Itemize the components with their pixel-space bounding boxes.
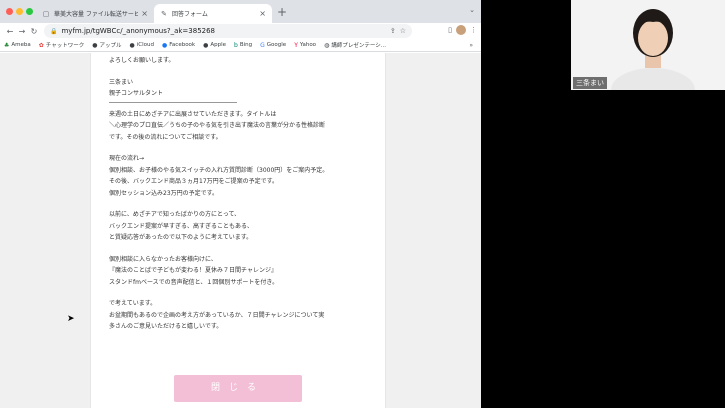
globe-icon: ◍ [324, 41, 330, 49]
google-icon: G [260, 41, 265, 49]
apple-icon: ● [203, 41, 209, 49]
star-icon[interactable]: ☆ [400, 27, 406, 35]
bookmark-icloud[interactable]: ● iCloud [130, 42, 155, 49]
tab-answer-form[interactable]: ✎ 回答フォーム × [154, 4, 272, 23]
reload-icon[interactable]: ↻ [28, 27, 40, 36]
signature-name: 三条まい [109, 78, 134, 86]
menu-icon[interactable]: ⋮ [470, 26, 477, 34]
page-content: よろしくお願いします。 三条まい 親子コンサルタント 来週の土日にめざチアに出展… [0, 53, 481, 408]
share-icon[interactable]: ⇪ [390, 27, 396, 35]
bookmark-yahoo[interactable]: Y Yahoo [294, 42, 316, 49]
body-line: その後、バックエンド商品３ヵ月17万円をご提案の予定です。 [109, 178, 279, 185]
browser-window: ▢ 華美大容量 ファイル転送サービス × ✎ 回答フォーム × + ⌄ ← → … [0, 0, 481, 408]
body-line: お盆期間もあるので企画の考え方があっているか、７日間チャレンジについて実 [109, 311, 325, 319]
bookmark-facebook[interactable]: ● Facebook [162, 42, 195, 49]
bookmark-apple[interactable]: ● Apple [203, 42, 226, 49]
form-card: よろしくお願いします。 三条まい 親子コンサルタント 来週の土日にめざチアに出展… [90, 53, 386, 408]
body-line: です。その後の流れについてご相談です。 [109, 133, 222, 141]
forward-icon[interactable]: → [16, 27, 28, 36]
divider [109, 101, 237, 103]
chevron-down-icon[interactable]: ⌄ [469, 6, 475, 14]
bookmark-presentation[interactable]: ◍ 講師プレゼンテーシ... [324, 41, 386, 50]
bookmark-chatwork[interactable]: ✿ チャットワーク [38, 41, 84, 50]
bookmark-google[interactable]: G Google [260, 42, 286, 49]
bookmarks-more-button[interactable]: » [469, 42, 473, 49]
body-line: と質疑応答があったので以下のように考えています。 [109, 234, 253, 241]
tab-file-transfer[interactable]: ▢ 華美大容量 ファイル転送サービス × [36, 4, 154, 23]
body-line: バックエンド提案が早すぎる、高すぎることもある、 [109, 222, 254, 230]
participant-name-badge: 三条まい [573, 77, 607, 89]
bing-icon: b [234, 41, 238, 49]
close-button[interactable]: 閉じる [174, 375, 302, 402]
body-line: 以前に、めざチアで知ったばかりの方にとって、 [109, 211, 241, 218]
file-icon: ▢ [42, 9, 50, 18]
window-minimize-button[interactable] [16, 8, 23, 15]
chatwork-icon: ✿ [38, 41, 44, 49]
body-line: 個別セッション込み23万円の予定です。 [109, 189, 219, 197]
signature-title: 親子コンサルタント [109, 90, 164, 97]
address-bar[interactable]: 🔒 myfm.jp/tgWBCc/_anonymous?_ak=385268 ⇪… [44, 24, 412, 38]
toolbar: ← → ↻ 🔒 myfm.jp/tgWBCc/_anonymous?_ak=38… [0, 23, 481, 39]
tab-title: 華美大容量 ファイル転送サービス [54, 11, 139, 18]
tab-title: 回答フォーム [172, 11, 208, 18]
body-line: ＼心理学のプロ直伝／うちの子のやる気を引き出す魔法の言葉が分かる性格診断 [109, 122, 326, 129]
bookmark-bing[interactable]: b Bing [234, 42, 252, 49]
body-line: 現在の流れ→ [109, 155, 145, 162]
tab-strip: ▢ 華美大容量 ファイル転送サービス × ✎ 回答フォーム × + ⌄ [0, 0, 481, 23]
bookmark-ameba[interactable]: ♣ Ameba [4, 42, 31, 49]
body-line: スタンドfmベースでの音声配信と、１回個別サポートを付き。 [109, 278, 279, 286]
facebook-icon: ● [162, 41, 168, 49]
text-line: よろしくお願いします。 [109, 57, 175, 64]
mouse-cursor-icon: ➤ [67, 314, 75, 324]
yahoo-icon: Y [294, 41, 298, 49]
profile-avatar[interactable] [456, 25, 466, 35]
lock-icon: 🔒 [50, 27, 58, 35]
sidebar-icon[interactable]: ▯ [448, 26, 452, 34]
apple-icon: ● [129, 41, 135, 49]
pencil-icon: ✎ [161, 9, 167, 18]
window-close-button[interactable] [6, 8, 13, 15]
url-text: myfm.jp/tgWBCc/_anonymous?_ak=385268 [61, 27, 216, 35]
apple-icon: ● [92, 41, 98, 49]
window-maximize-button[interactable] [26, 8, 33, 15]
new-tab-button[interactable]: + [277, 5, 287, 19]
body-line: 個別相談、お子様のやる気スイッチの入れ方質問診断（3000円）をご案内予定。 [109, 166, 329, 174]
back-icon[interactable]: ← [4, 27, 16, 36]
toolbar-right: ▯ ⋮ [448, 25, 477, 35]
bookmarks-bar: ♣ Ameba ✿ チャットワーク ● アップル ● iCloud ● Facebook … [0, 39, 481, 52]
body-line: 来週の土日にめざチアに出展させていただきます。タイトルは [109, 110, 277, 118]
bookmark-apple-jp[interactable]: ● アップル [92, 41, 121, 50]
body-line: 『魔法のことばで子どもが変わる！夏休み７日間チャレンジ』 [109, 267, 277, 274]
body-line: 多さんのご意見いただけると嬉しいです。 [109, 323, 223, 330]
close-icon[interactable]: × [141, 9, 148, 18]
close-icon[interactable]: × [259, 9, 266, 18]
ameba-icon: ♣ [4, 41, 10, 49]
body-line: 個別相談に入らなかったお客様向けに、 [109, 255, 217, 263]
video-participant-tile: 三条まい [571, 0, 725, 90]
body-line: で考えています。 [109, 300, 157, 307]
